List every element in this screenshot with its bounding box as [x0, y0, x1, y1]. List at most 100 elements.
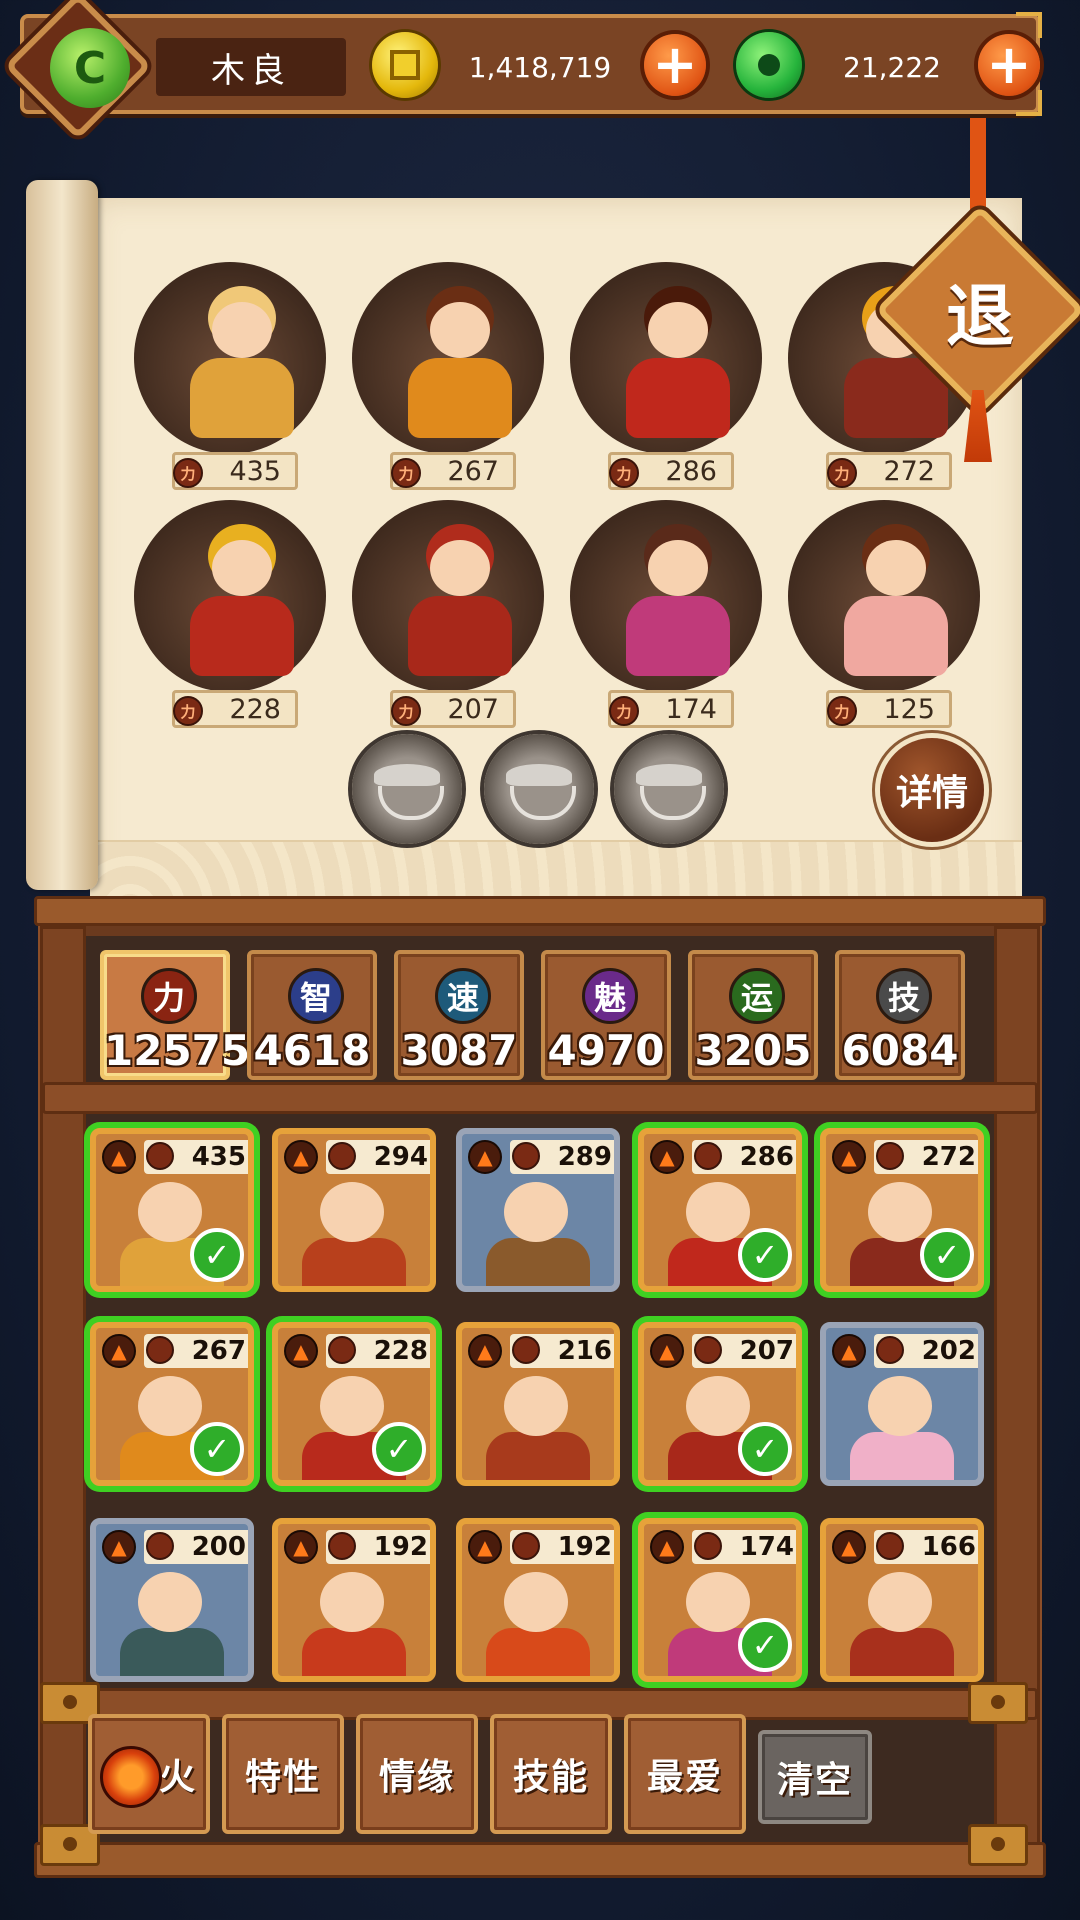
lineup-hero-slot[interactable]: 力 286 — [558, 262, 768, 494]
hero-face — [138, 1182, 202, 1242]
hero-robe — [486, 1628, 590, 1676]
hero-robe — [486, 1432, 590, 1480]
hero-card[interactable]: ▲ 202 — [820, 1322, 984, 1486]
stat-tab[interactable]: 速 3087 — [394, 950, 524, 1080]
hero-power-label: 294 — [326, 1140, 430, 1174]
hero-power-label: 272 — [874, 1140, 978, 1174]
hero-power-label: 力 267 — [390, 452, 516, 490]
hero-robe — [850, 1432, 954, 1480]
hero-power-label: 435 — [144, 1140, 248, 1174]
hero-face — [868, 1572, 932, 1632]
hero-card[interactable]: ▲ 192 — [272, 1518, 436, 1682]
details-button[interactable]: 详情 — [880, 738, 984, 842]
hero-card[interactable]: ▲ 216 — [456, 1322, 620, 1486]
hero-card[interactable]: ▲ 272 ✓ — [820, 1128, 984, 1292]
hero-power-value: 174 — [665, 693, 717, 725]
power-icon — [328, 1142, 356, 1170]
hero-power-value: 200 — [191, 1532, 246, 1562]
hero-face — [686, 1572, 750, 1632]
stat-tab[interactable]: 技 6084 — [835, 950, 965, 1080]
hero-card[interactable]: ▲ 207 ✓ — [638, 1322, 802, 1486]
stat-value: 4618 — [253, 1026, 371, 1075]
element-filter-button[interactable]: 火 — [88, 1714, 210, 1834]
dragon-emblem-icon[interactable]: C — [50, 28, 130, 108]
hero-power-label: 286 — [692, 1140, 796, 1174]
hero-power-value: 435 — [229, 455, 281, 487]
hero-robe — [626, 596, 730, 676]
hero-power-value: 125 — [883, 693, 935, 725]
hero-portrait[interactable] — [352, 500, 544, 692]
empty-rice-bowl-icon[interactable] — [614, 734, 724, 844]
hero-head — [212, 302, 272, 358]
lineup-hero-slot[interactable]: 力 228 — [122, 500, 332, 732]
power-icon — [146, 1336, 174, 1364]
hero-portrait[interactable] — [134, 262, 326, 454]
lineup-hero-slot[interactable]: 力 207 — [340, 500, 550, 732]
lineup-hero-slot[interactable]: 力 435 — [122, 262, 332, 494]
power-icon: 力 — [391, 458, 421, 488]
lineup-hero-slot[interactable]: 力 174 — [558, 500, 768, 732]
hero-card[interactable]: ▲ 267 ✓ — [90, 1322, 254, 1486]
power-icon — [146, 1532, 174, 1560]
hero-card[interactable]: ▲ 289 — [456, 1128, 620, 1292]
cabinet-bottom-rail — [34, 1842, 1046, 1878]
bond-filter-button[interactable]: 情缘 — [356, 1714, 478, 1834]
selected-check-icon: ✓ — [190, 1228, 244, 1282]
power-icon — [328, 1336, 356, 1364]
exit-button[interactable]: 退 — [906, 236, 1054, 384]
hero-robe — [486, 1238, 590, 1286]
trait-filter-button[interactable]: 特性 — [222, 1714, 344, 1834]
lineup-hero-slot[interactable]: 力 125 — [776, 500, 986, 732]
favorite-filter-button[interactable]: 最爱 — [624, 1714, 746, 1834]
stat-value: 4970 — [547, 1026, 665, 1075]
add-gold-button[interactable]: + — [644, 34, 706, 96]
hero-face — [320, 1182, 384, 1242]
hero-robe — [408, 596, 512, 676]
power-icon — [876, 1532, 904, 1560]
hero-power-label: 267 — [144, 1334, 248, 1368]
hero-card[interactable]: ▲ 166 — [820, 1518, 984, 1682]
hero-power-value: 207 — [739, 1336, 794, 1366]
hero-card[interactable]: ▲ 286 ✓ — [638, 1128, 802, 1292]
stat-icon: 运 — [729, 968, 785, 1024]
hero-power-label: 174 — [692, 1530, 796, 1564]
clear-button[interactable]: 清空 — [758, 1730, 872, 1824]
hero-card[interactable]: ▲ 200 — [90, 1518, 254, 1682]
hero-face — [138, 1572, 202, 1632]
hero-portrait[interactable] — [134, 500, 326, 692]
hero-card[interactable]: ▲ 192 — [456, 1518, 620, 1682]
stat-tab[interactable]: 力 12575 — [100, 950, 250, 1080]
hero-robe — [190, 358, 294, 438]
hero-head — [866, 540, 926, 596]
selected-check-icon: ✓ — [738, 1422, 792, 1476]
hero-power-value: 202 — [921, 1336, 976, 1366]
hero-power-value: 216 — [557, 1336, 612, 1366]
jade-amount: 21,222 — [843, 50, 941, 84]
add-jade-button[interactable]: + — [978, 34, 1040, 96]
skill-filter-button[interactable]: 技能 — [490, 1714, 612, 1834]
stat-tab[interactable]: 魅 4970 — [541, 950, 671, 1080]
empty-rice-bowl-icon[interactable] — [484, 734, 594, 844]
hero-robe — [850, 1628, 954, 1676]
hero-power-label: 289 — [510, 1140, 614, 1174]
empty-rice-bowl-icon[interactable] — [352, 734, 462, 844]
hero-power-label: 228 — [326, 1334, 430, 1368]
hero-face — [138, 1376, 202, 1436]
stat-tab[interactable]: 运 3205 — [688, 950, 818, 1080]
hero-card[interactable]: ▲ 435 ✓ — [90, 1128, 254, 1292]
hero-portrait[interactable] — [570, 500, 762, 692]
fire-element-icon: ▲ — [650, 1334, 684, 1368]
lineup-hero-slot[interactable]: 力 267 — [340, 262, 550, 494]
hero-card[interactable]: ▲ 174 ✓ — [638, 1518, 802, 1682]
hero-face — [320, 1376, 384, 1436]
hero-card[interactable]: ▲ 228 ✓ — [272, 1322, 436, 1486]
hero-card[interactable]: ▲ 294 — [272, 1128, 436, 1292]
hero-portrait[interactable] — [788, 500, 980, 692]
hero-portrait[interactable] — [570, 262, 762, 454]
hero-power-label: 192 — [510, 1530, 614, 1564]
power-icon — [512, 1336, 540, 1364]
hero-portrait[interactable] — [352, 262, 544, 454]
stat-tab[interactable]: 智 4618 — [247, 950, 377, 1080]
fire-element-icon: ▲ — [468, 1140, 502, 1174]
hero-face — [686, 1182, 750, 1242]
